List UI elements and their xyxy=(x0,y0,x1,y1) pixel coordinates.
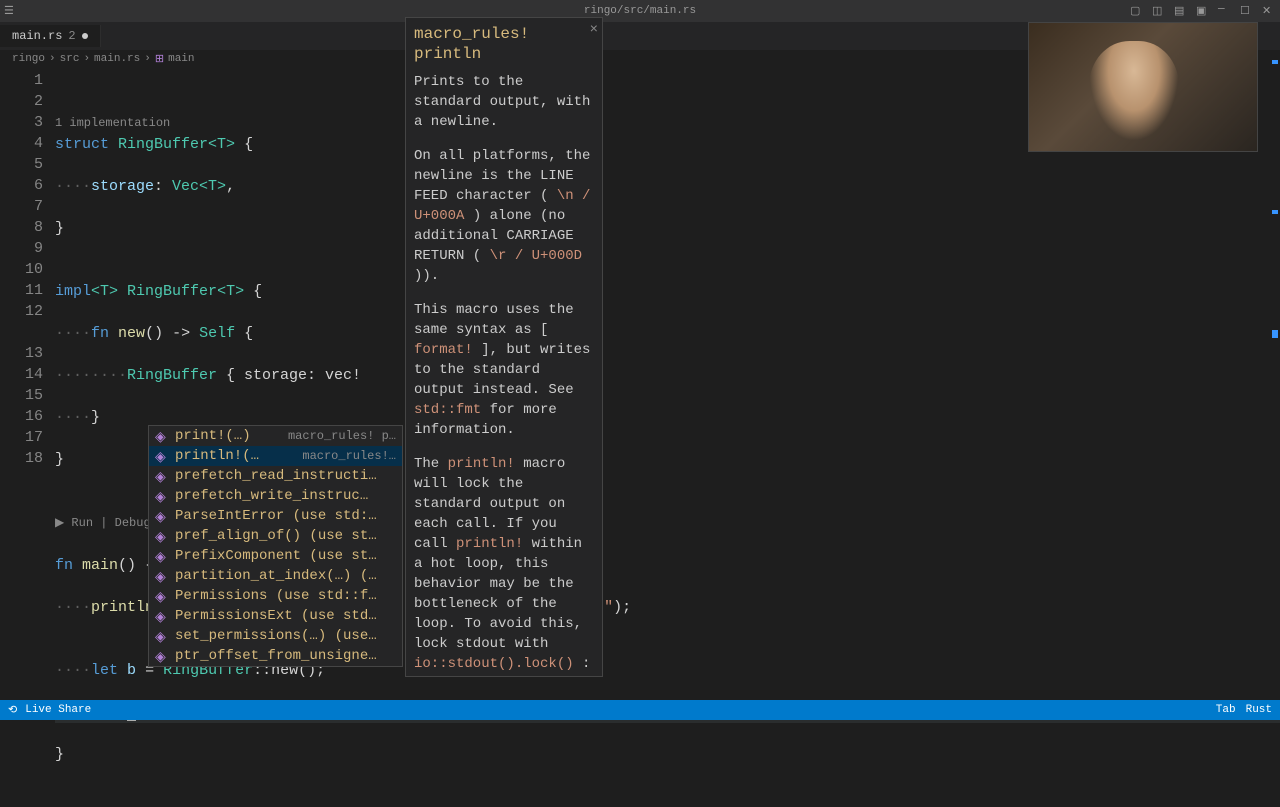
codelens-run[interactable]: ▶ Run | Debug xyxy=(55,516,151,530)
suggestion-kind-icon: ◈ xyxy=(155,529,169,543)
breadcrumb-item[interactable]: ringo xyxy=(12,53,45,65)
close-icon[interactable]: ✕ xyxy=(1262,4,1276,18)
titlebar-controls: ▢ ◫ ▤ ▣ ─ ☐ ✕ xyxy=(1130,4,1276,18)
doc-paragraph: Prints to the standard output, with a ne… xyxy=(414,72,594,132)
tab-count: 2 xyxy=(68,29,75,43)
suggestion-kind-icon: ◈ xyxy=(155,429,169,443)
doc-close-icon[interactable]: × xyxy=(590,20,598,40)
suggestion-label: ptr_offset_from_unsigne… xyxy=(175,648,377,664)
suggestion-kind-icon: ◈ xyxy=(155,589,169,603)
suggestion-label: PrefixComponent (use st… xyxy=(175,548,377,564)
line-gutter: 1 2 3 4 5 6 7 8 9 10 11 12 13 14 15 16 1… xyxy=(0,68,55,708)
titlebar-menu-left: ☰ xyxy=(4,4,18,18)
suggestion-kind-icon: ◈ xyxy=(155,649,169,663)
doc-paragraph: On all platforms, the newline is the LIN… xyxy=(414,146,594,286)
suggestion-kind-icon: ◈ xyxy=(155,469,169,483)
status-item[interactable]: Tab xyxy=(1216,704,1236,716)
minimize-icon[interactable]: ─ xyxy=(1218,4,1232,18)
status-bar: ⟲ Live Share Tab Rust xyxy=(0,700,1280,720)
suggestion-kind-icon: ◈ xyxy=(155,549,169,563)
suggestion-item[interactable]: ◈ set_permissions(…) (use… xyxy=(149,626,402,646)
layout-icon-4[interactable]: ▣ xyxy=(1196,4,1210,18)
suggestion-item[interactable]: ◈ prefetch_read_instructi… xyxy=(149,466,402,486)
titlebar: ☰ ringo/src/main.rs ▢ ◫ ▤ ▣ ─ ☐ ✕ xyxy=(0,0,1280,22)
layout-icon-2[interactable]: ◫ xyxy=(1152,4,1166,18)
maximize-icon[interactable]: ☐ xyxy=(1240,4,1254,18)
suggestion-label: ParseIntError (use std:… xyxy=(175,508,377,524)
breadcrumb-item[interactable]: src xyxy=(60,53,80,65)
layout-icon-3[interactable]: ▤ xyxy=(1174,4,1188,18)
suggestion-item[interactable]: ◈ ParseIntError (use std:… xyxy=(149,506,402,526)
suggestion-kind-icon: ◈ xyxy=(155,609,169,623)
suggestion-label: pref_align_of() (use st… xyxy=(175,528,377,544)
breadcrumb-item[interactable]: main xyxy=(168,53,194,65)
suggestion-label: Permissions (use std::f… xyxy=(175,588,377,604)
suggestion-label: print!(…) xyxy=(175,428,251,444)
doc-paragraph: The println! macro will lock the standar… xyxy=(414,454,594,674)
suggestion-label: partition_at_index(…) (… xyxy=(175,568,377,584)
suggestion-item[interactable]: ◈ println!(… macro_rules!… xyxy=(149,446,402,466)
suggestion-item[interactable]: ◈ ptr_offset_from_unsigne… xyxy=(149,646,402,666)
doc-heading: macro_rules! println xyxy=(414,24,594,64)
tab-modified-dot xyxy=(82,33,88,39)
codelens-impl[interactable]: 1 implementation xyxy=(55,116,170,130)
window-title: ringo/src/main.rs xyxy=(584,5,696,17)
suggestion-item[interactable]: ◈ prefetch_write_instruc… xyxy=(149,486,402,506)
doc-paragraph: This macro uses the same syntax as [ for… xyxy=(414,300,594,440)
tab-main-rs[interactable]: main.rs 2 xyxy=(0,25,101,47)
tab-label: main.rs xyxy=(12,29,62,43)
suggestion-kind-icon: ◈ xyxy=(155,449,169,463)
suggestion-item[interactable]: ◈ print!(…) macro_rules! p… xyxy=(149,426,402,446)
suggestion-kind-icon: ◈ xyxy=(155,629,169,643)
autocomplete-popup[interactable]: ◈ print!(…) macro_rules! p… ◈ println!(… macr… xyxy=(148,425,403,667)
suggestion-kind-icon: ◈ xyxy=(155,569,169,583)
suggestion-item[interactable]: ◈ PermissionsExt (use std… xyxy=(149,606,402,626)
layout-icon-1[interactable]: ▢ xyxy=(1130,4,1144,18)
webcam-overlay xyxy=(1028,22,1258,152)
suggestion-item[interactable]: ◈ partition_at_index(…) (… xyxy=(149,566,402,586)
documentation-popup: × macro_rules! println Prints to the sta… xyxy=(405,17,603,677)
suggestion-label: prefetch_read_instructi… xyxy=(175,468,377,484)
suggestion-item[interactable]: ◈ pref_align_of() (use st… xyxy=(149,526,402,546)
suggestion-label: set_permissions(…) (use… xyxy=(175,628,377,644)
suggestion-hint: macro_rules! p… xyxy=(288,429,396,443)
breadcrumb-item[interactable]: main.rs xyxy=(94,53,140,65)
suggestion-item[interactable]: ◈ Permissions (use std::f… xyxy=(149,586,402,606)
status-item[interactable]: Rust xyxy=(1246,704,1272,716)
scroll-indicator[interactable] xyxy=(1268,50,1278,670)
suggestion-item[interactable]: ◈ PrefixComponent (use st… xyxy=(149,546,402,566)
suggestion-label: PermissionsExt (use std… xyxy=(175,608,377,624)
suggestion-hint: macro_rules!… xyxy=(302,449,396,463)
menu-icon[interactable]: ☰ xyxy=(4,4,18,18)
suggestion-label: println!(… xyxy=(175,448,259,464)
suggestion-kind-icon: ◈ xyxy=(155,489,169,503)
liveshare-button[interactable]: Live Share xyxy=(25,704,91,716)
suggestion-kind-icon: ◈ xyxy=(155,509,169,523)
suggestion-label: prefetch_write_instruc… xyxy=(175,488,368,504)
remote-icon[interactable]: ⟲ xyxy=(8,703,17,717)
